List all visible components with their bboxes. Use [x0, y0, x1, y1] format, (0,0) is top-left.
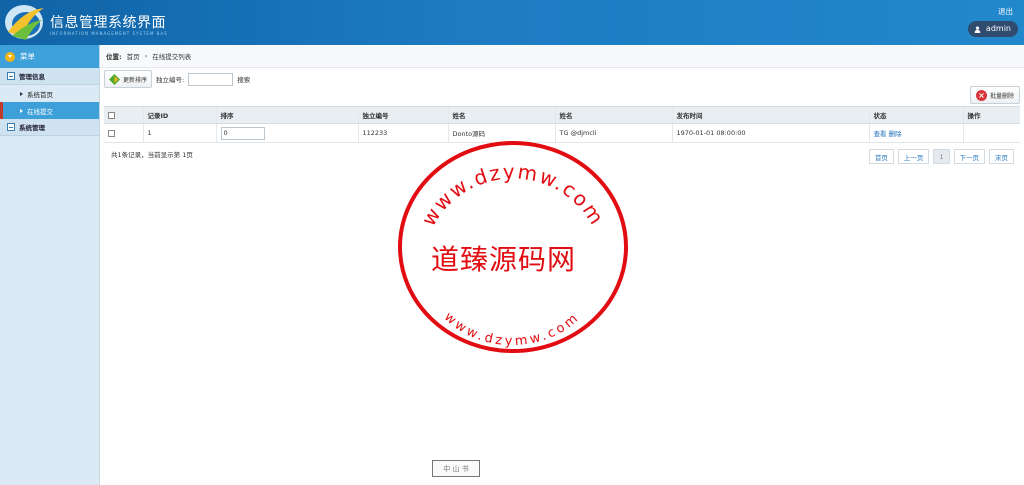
app-title: 信息管理系统界面: [50, 15, 166, 31]
next-page-button[interactable]: 下一页: [953, 149, 985, 164]
sort-cell: 0: [215, 123, 358, 143]
name-cell: Donto源码: [447, 123, 555, 143]
breadcrumb-current: 在线提交列表: [152, 53, 192, 61]
current-page[interactable]: 1: [933, 149, 950, 164]
table-header-row: 记录ID 排序 独立编号 姓名 姓名 发布时间 状态 操作: [104, 106, 1020, 124]
breadcrumb-separator-icon: ›: [144, 52, 148, 60]
column-header: 姓名: [554, 106, 672, 124]
row-select-cell[interactable]: [104, 123, 143, 143]
sidebar-item-label: 系统首页: [27, 90, 53, 99]
collapse-icon: [7, 123, 15, 131]
row-checkbox[interactable]: [108, 129, 115, 137]
breadcrumb: 位置: 首页 › 在线提交列表: [100, 45, 1024, 68]
record-summary: 共1条记录，当前显示第 1页: [111, 151, 193, 159]
footer-seal: 中 山 书: [432, 460, 480, 477]
column-header: 记录ID: [142, 106, 216, 124]
menu-toggle-icon: [5, 51, 15, 62]
id-filter-label: 独立编号:: [156, 76, 185, 84]
code-cell: 112233: [357, 123, 448, 143]
sidebar-item-online-submit[interactable]: 在线提交: [0, 102, 99, 119]
sidebar-item-label: 在线提交: [27, 107, 53, 116]
arrow-right-icon: [20, 108, 23, 113]
column-header: 操作: [962, 106, 1020, 124]
logout-link[interactable]: 退出: [998, 6, 1013, 17]
column-header: 发布时间: [671, 106, 869, 124]
refresh-leaf-icon: [109, 73, 120, 85]
table-row: 1 0 112233 Donto源码 TG @djmcli 1970-01-01…: [104, 123, 1020, 143]
sidebar-group-label: 系统管理: [19, 124, 45, 132]
sidebar-group-system[interactable]: 系统管理: [0, 119, 99, 136]
column-header: 姓名: [447, 106, 555, 124]
menu-header[interactable]: 菜单: [0, 45, 99, 68]
sidebar-group-info[interactable]: 管理信息: [0, 68, 99, 85]
pagination: 首页 上一页 1 下一页 末页: [868, 149, 1014, 164]
column-header: 状态: [868, 106, 963, 124]
update-sort-label: 更新排序: [123, 76, 148, 84]
sidebar: 菜单 管理信息 系统首页 在线提交 系统管理: [0, 45, 100, 485]
sort-input[interactable]: 0: [220, 126, 265, 140]
first-page-button[interactable]: 首页: [868, 149, 894, 164]
name-cell: TG @djmcli: [554, 123, 672, 143]
user-icon: [974, 25, 981, 33]
view-link[interactable]: 查看: [874, 130, 887, 138]
toolbar: 更新排序 独立编号: 搜索: [104, 70, 250, 88]
search-button[interactable]: 搜索: [237, 74, 250, 84]
delete-icon: ×: [975, 89, 987, 101]
column-header: 排序: [215, 106, 358, 124]
column-header: 独立编号: [357, 106, 448, 124]
batch-delete-button[interactable]: × 批量删除: [969, 86, 1020, 104]
prev-page-button[interactable]: 上一页: [897, 149, 930, 164]
last-page-button[interactable]: 末页: [989, 149, 1014, 164]
main-content: 位置: 首页 › 在线提交列表 更新排序 独立编号: 搜索 × 批量删除 记录I…: [100, 45, 1024, 485]
select-all-cell[interactable]: [104, 106, 143, 124]
id-filter-input[interactable]: [188, 72, 234, 86]
submission-table: 记录ID 排序 独立编号 姓名 姓名 发布时间 状态 操作 1 0 112233…: [104, 106, 1020, 143]
app-subtitle: INFORMATION MANAGEMENT SYSTEM BAS: [50, 31, 168, 36]
action-cell: [962, 123, 1020, 143]
record-id: 1: [142, 123, 216, 143]
time-cell: 1970-01-01 08:00:00: [671, 123, 869, 143]
status-cell: 查看 删除: [868, 123, 963, 143]
sidebar-group-label: 管理信息: [19, 73, 45, 81]
breadcrumb-prefix: 位置:: [106, 53, 122, 61]
batch-delete-label: 批量删除: [989, 92, 1014, 100]
sidebar-item-home[interactable]: 系统首页: [0, 85, 99, 102]
delete-link[interactable]: 删除: [889, 130, 902, 138]
select-all-checkbox[interactable]: [108, 111, 115, 119]
user-name: admin: [985, 24, 1011, 33]
collapse-icon: [7, 72, 15, 80]
app-header: 信息管理系统界面 INFORMATION MANAGEMENT SYSTEM B…: [0, 0, 1024, 45]
update-sort-button[interactable]: 更新排序: [104, 70, 153, 88]
user-menu[interactable]: admin: [967, 21, 1018, 37]
menu-label: 菜单: [20, 52, 35, 61]
breadcrumb-home[interactable]: 首页: [127, 51, 140, 61]
arrow-right-icon: [20, 91, 23, 96]
logo-icon: [5, 5, 44, 40]
